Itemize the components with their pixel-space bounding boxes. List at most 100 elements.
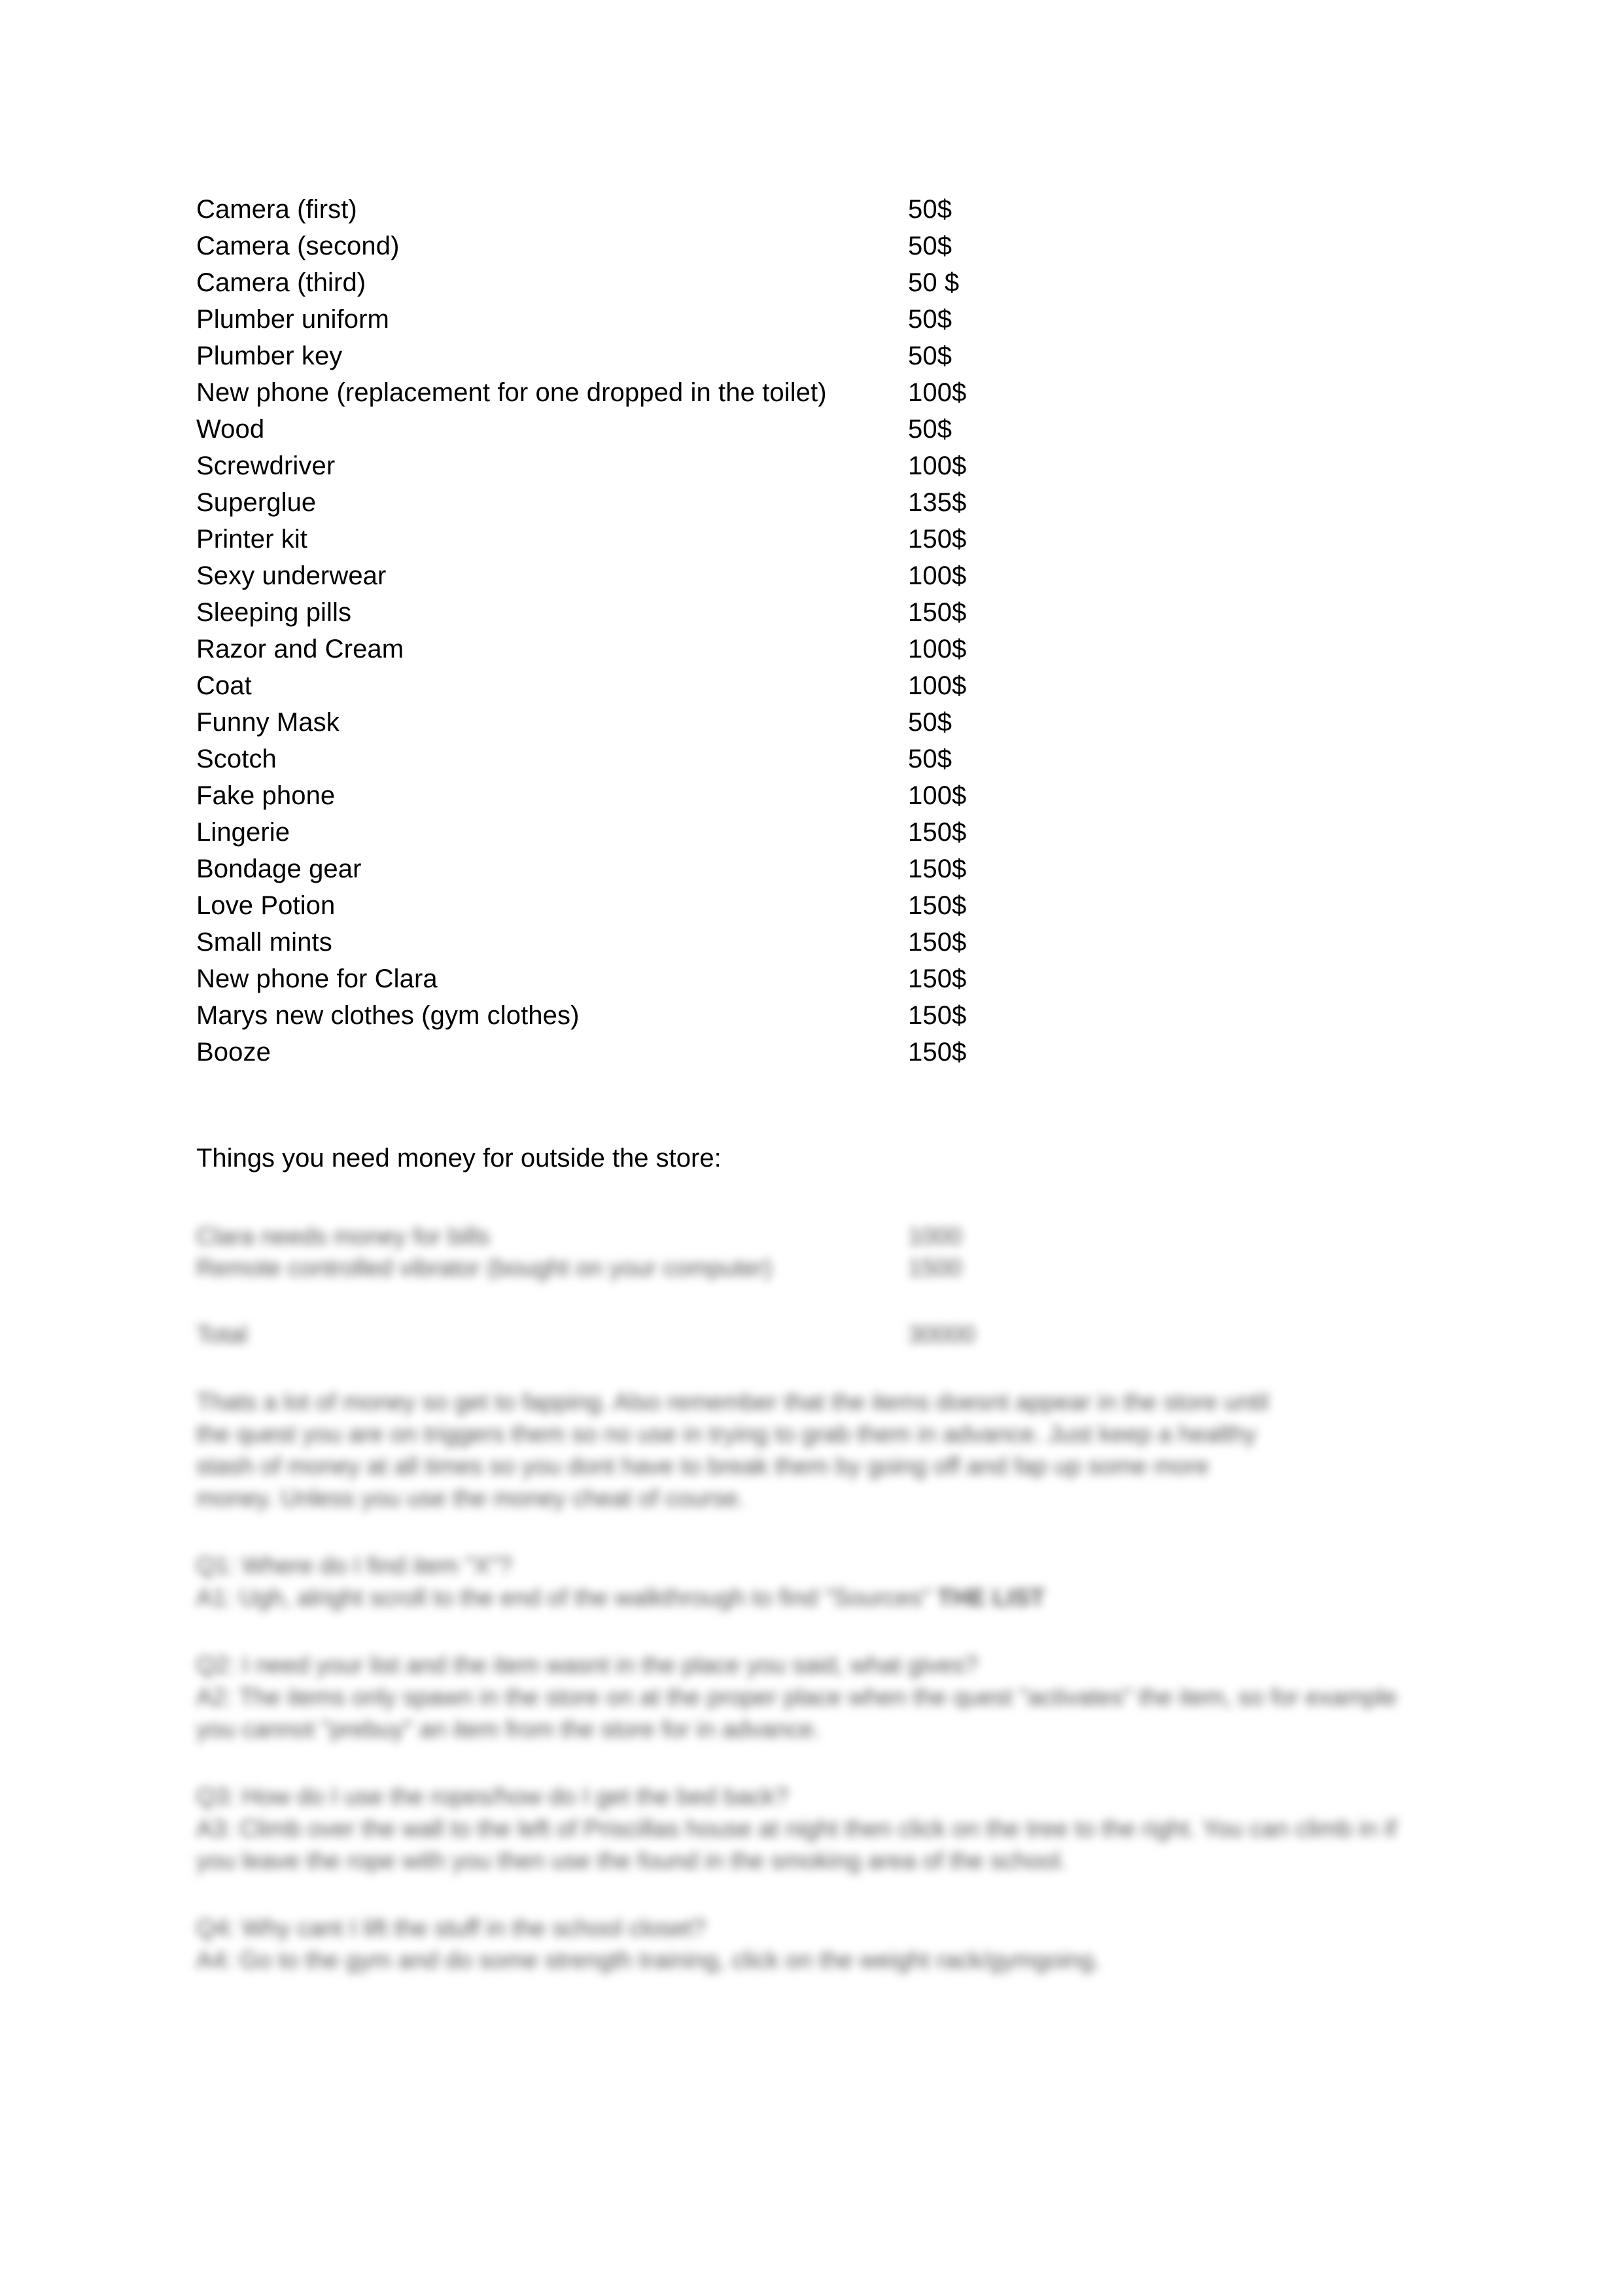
total-price: 30000 bbox=[908, 1321, 975, 1348]
item-price: 100$ bbox=[908, 781, 967, 810]
faq-entry-1-redacted: Q1: Where do I find item "X"? A1: Ugh, a… bbox=[196, 1549, 1439, 1614]
price-list-row: Camera (second) 50$ bbox=[196, 228, 1439, 264]
faq-entry-3-redacted: Q3: How do I use the ropes/how do I get … bbox=[196, 1780, 1439, 1877]
outside-item-price: 1500 bbox=[908, 1254, 962, 1281]
item-name: New phone (replacement for one dropped i… bbox=[196, 378, 827, 407]
item-name: Bondage gear bbox=[196, 855, 362, 883]
item-name: Funny Mask bbox=[196, 708, 340, 737]
item-name: Camera (first) bbox=[196, 195, 357, 224]
price-list-row: Small mints 150$ bbox=[196, 924, 1439, 961]
item-price: 150$ bbox=[908, 928, 967, 957]
faq-answer: A2: The items only spawn in the store on… bbox=[196, 1684, 1397, 1742]
item-price: 100$ bbox=[908, 561, 967, 590]
document-content: Camera (first) 50$ Camera (second) 50$ C… bbox=[196, 191, 1439, 1976]
item-name: Razor and Cream bbox=[196, 635, 404, 663]
faq-answer: A3: Climb over the wall to the left of P… bbox=[196, 1815, 1397, 1874]
outside-money-list-redacted: Clara needs money for bills 1000 Remote … bbox=[196, 1221, 1439, 1351]
item-name: Screwdriver bbox=[196, 451, 336, 480]
price-list-row: Lingerie 150$ bbox=[196, 814, 1439, 851]
price-list-row: Bondage gear 150$ bbox=[196, 851, 1439, 887]
price-list-row: Camera (first) 50$ bbox=[196, 191, 1439, 228]
item-name: Coat bbox=[196, 671, 252, 700]
item-price: 100$ bbox=[908, 671, 967, 700]
notes-paragraph-redacted: Thats a lot of money so get to fapping. … bbox=[196, 1386, 1439, 1514]
item-name: Camera (second) bbox=[196, 232, 400, 260]
notes-line: money. Unless you use the money cheat of… bbox=[196, 1485, 745, 1511]
price-list-row: New phone for Clara 150$ bbox=[196, 961, 1439, 997]
item-name: Printer kit bbox=[196, 525, 308, 554]
item-name: Sleeping pills bbox=[196, 598, 352, 627]
price-list-row: Coat 100$ bbox=[196, 667, 1439, 704]
item-name: Camera (third) bbox=[196, 268, 366, 297]
item-name: Fake phone bbox=[196, 781, 336, 810]
outside-item-name: Clara needs money for bills bbox=[196, 1223, 490, 1250]
price-list-row: Plumber key 50$ bbox=[196, 338, 1439, 374]
item-name: Small mints bbox=[196, 928, 332, 957]
item-name: Scotch bbox=[196, 745, 277, 773]
item-price: 135$ bbox=[908, 488, 967, 517]
price-list-row: Sleeping pills 150$ bbox=[196, 594, 1439, 631]
item-price: 100$ bbox=[908, 635, 967, 663]
item-price: 100$ bbox=[908, 451, 967, 480]
faq-entry-4-redacted: Q4: Why cant I lift the stuff in the sch… bbox=[196, 1912, 1439, 1976]
outside-money-row: Clara needs money for bills 1000 bbox=[196, 1221, 1439, 1252]
item-price: 50$ bbox=[908, 305, 952, 334]
price-list-row: Camera (third) 50 $ bbox=[196, 264, 1439, 301]
price-list-row: Screwdriver 100$ bbox=[196, 448, 1439, 484]
faq-question: Q1: Where do I find item "X"? bbox=[196, 1552, 512, 1579]
item-price: 150$ bbox=[908, 818, 967, 847]
item-price: 150$ bbox=[908, 1001, 967, 1030]
price-list-row: Booze 150$ bbox=[196, 1034, 1439, 1070]
outside-item-name: Remote controlled vibrator (bought on yo… bbox=[196, 1254, 773, 1281]
item-name: New phone for Clara bbox=[196, 964, 438, 993]
faq-answer: A4: Go to the gym and do some strength t… bbox=[196, 1947, 1101, 1973]
item-price: 50$ bbox=[908, 342, 952, 370]
item-price: 100$ bbox=[908, 378, 967, 407]
faq-question: Q4: Why cant I lift the stuff in the sch… bbox=[196, 1915, 706, 1941]
store-price-list: Camera (first) 50$ Camera (second) 50$ C… bbox=[196, 191, 1439, 1070]
item-price: 50$ bbox=[908, 415, 952, 444]
notes-line: the quest you are on triggers them so no… bbox=[196, 1421, 1257, 1447]
price-list-row: Scotch 50$ bbox=[196, 741, 1439, 777]
price-list-row: Sexy underwear 100$ bbox=[196, 557, 1439, 594]
total-label: Total bbox=[196, 1321, 248, 1348]
price-list-row: Marys new clothes (gym clothes) 150$ bbox=[196, 997, 1439, 1034]
item-name: Superglue bbox=[196, 488, 317, 517]
faq-answer-text: A1: Ugh, alright scroll to the end of th… bbox=[196, 1584, 931, 1611]
faq-answer: A1: Ugh, alright scroll to the end of th… bbox=[196, 1581, 1439, 1614]
notes-line: Thats a lot of money so get to fapping. … bbox=[196, 1388, 1269, 1415]
notes-line: stash of money at all times so you dont … bbox=[196, 1453, 1210, 1479]
price-list-row: Wood 50$ bbox=[196, 411, 1439, 448]
price-list-row: Superglue 135$ bbox=[196, 484, 1439, 521]
item-name: Booze bbox=[196, 1038, 271, 1067]
item-price: 50$ bbox=[908, 232, 952, 260]
item-price: 50$ bbox=[908, 195, 952, 224]
faq-question: Q2: I need your list and the item wasnt … bbox=[196, 1651, 978, 1678]
faq-entry-2-redacted: Q2: I need your list and the item wasnt … bbox=[196, 1649, 1439, 1745]
total-row: Total 30000 bbox=[196, 1319, 1439, 1351]
item-name: Plumber key bbox=[196, 342, 343, 370]
document-page: Camera (first) 50$ Camera (second) 50$ C… bbox=[0, 0, 1623, 2296]
item-name: Lingerie bbox=[196, 818, 290, 847]
price-list-row: Love Potion 150$ bbox=[196, 887, 1439, 924]
item-name: Sexy underwear bbox=[196, 561, 387, 590]
outside-money-row: Remote controlled vibrator (bought on yo… bbox=[196, 1252, 1439, 1284]
price-list-row: Plumber uniform 50$ bbox=[196, 301, 1439, 338]
item-price: 150$ bbox=[908, 1038, 967, 1067]
price-list-row: New phone (replacement for one dropped i… bbox=[196, 374, 1439, 411]
item-price: 50$ bbox=[908, 708, 952, 737]
faq-question: Q3: How do I use the ropes/how do I get … bbox=[196, 1783, 789, 1810]
faq-answer-emphasis: THE LIST bbox=[937, 1584, 1045, 1611]
price-list-row: Funny Mask 50$ bbox=[196, 704, 1439, 741]
item-name: Love Potion bbox=[196, 891, 336, 920]
item-name: Plumber uniform bbox=[196, 305, 389, 334]
outside-item-price: 1000 bbox=[908, 1223, 962, 1250]
item-price: 150$ bbox=[908, 964, 967, 993]
item-price: 150$ bbox=[908, 855, 967, 883]
item-name: Marys new clothes (gym clothes) bbox=[196, 1001, 580, 1030]
outside-section-heading: Things you need money for outside the st… bbox=[196, 1144, 722, 1173]
item-price: 150$ bbox=[908, 525, 967, 554]
price-list-row: Fake phone 100$ bbox=[196, 777, 1439, 814]
price-list-row: Printer kit 150$ bbox=[196, 521, 1439, 557]
item-name: Wood bbox=[196, 415, 265, 444]
